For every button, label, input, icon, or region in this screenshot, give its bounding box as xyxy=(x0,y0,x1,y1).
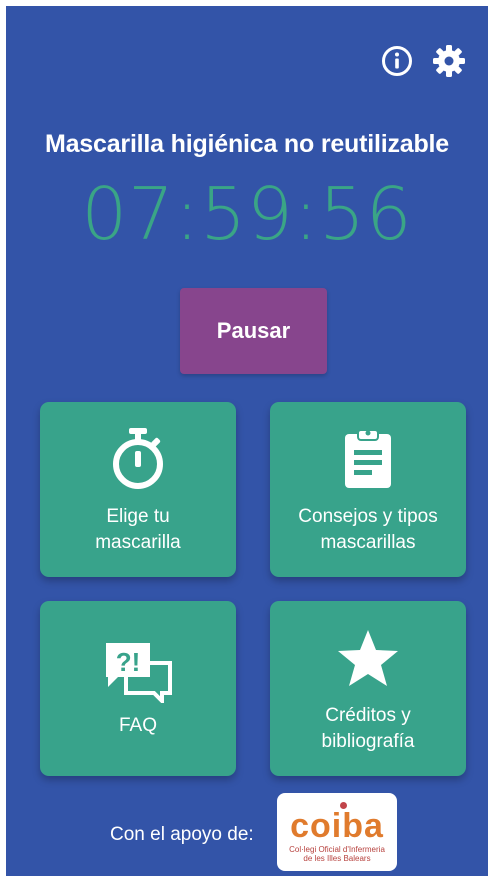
info-circle-icon[interactable] xyxy=(380,44,414,78)
tips-and-types-card[interactable]: Consejos y tipos mascarillas xyxy=(270,402,466,577)
pause-button[interactable]: Pausar xyxy=(180,288,327,374)
card-label: FAQ xyxy=(118,715,157,736)
card-label: Elige tu mascarilla xyxy=(95,506,181,553)
choose-mask-card[interactable]: Elige tu mascarilla xyxy=(40,402,236,577)
header-actions xyxy=(380,44,466,78)
stopwatch-icon xyxy=(40,428,236,490)
gear-icon[interactable] xyxy=(432,44,466,78)
app-screen: Mascarilla higiénica no reutilizable 07:… xyxy=(6,6,488,876)
svg-text:?!: ?! xyxy=(116,647,141,677)
faq-chat-icon: ?! xyxy=(40,641,236,703)
credits-card[interactable]: Créditos y bibliografía xyxy=(270,601,466,776)
logo-wordmark: coiba xyxy=(290,807,384,845)
faq-card[interactable]: ?! FAQ xyxy=(40,601,236,776)
support-text: Con el apoyo de: xyxy=(110,824,254,845)
countdown-timer: 07:59:56 xyxy=(81,172,413,256)
logo-subtitle: Col·legi Oficial d'Infermeria de les Ill… xyxy=(289,845,385,863)
star-icon xyxy=(270,627,466,689)
clipboard-icon xyxy=(270,428,466,490)
card-label: Créditos y bibliografía xyxy=(321,705,415,752)
card-label: Consejos y tipos mascarillas xyxy=(298,506,438,553)
page-title: Mascarilla higiénica no reutilizable xyxy=(44,130,450,158)
coiba-logo[interactable]: coiba Col·legi Oficial d'Infermeria de l… xyxy=(277,793,397,871)
